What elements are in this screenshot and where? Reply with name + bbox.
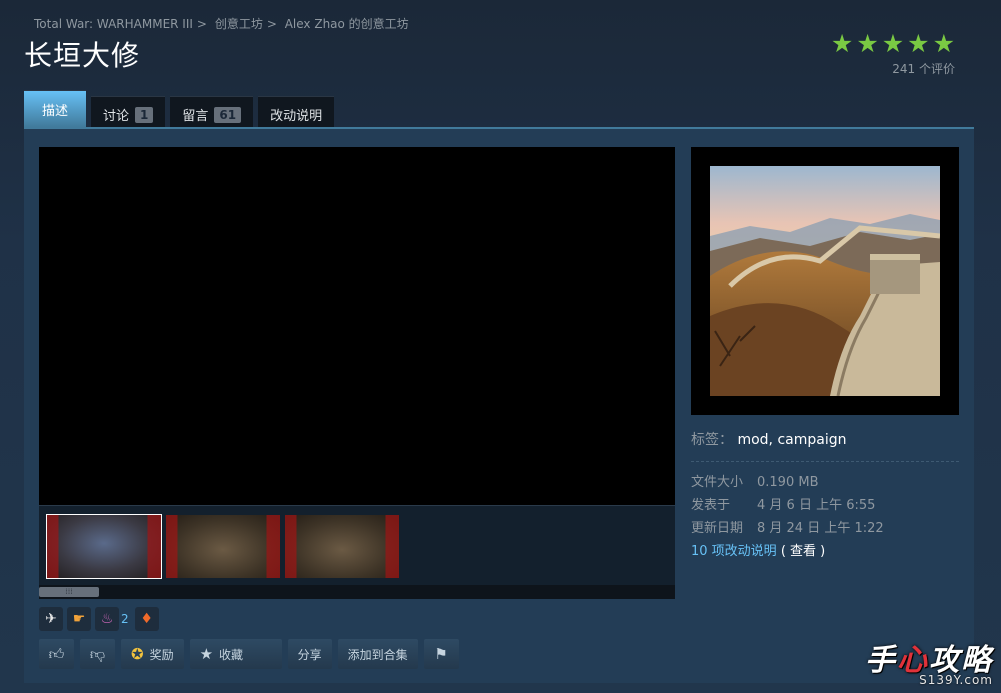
- share-button[interactable]: 分享: [287, 639, 332, 669]
- rating: ★ ★ ★ ★ ★ 241 个评价: [831, 30, 955, 77]
- award-count: 2: [121, 612, 129, 626]
- breadcrumb: Total War: WARHAMMER III > 创意工坊 > Alex Zha…: [34, 15, 409, 32]
- watermark: 手心攻略 S139Y.com: [865, 635, 993, 687]
- page-title: 长垣大修: [24, 39, 141, 72]
- tab-description[interactable]: 描述: [24, 90, 87, 127]
- add-to-collection-button[interactable]: 添加到合集: [337, 639, 418, 669]
- detail-value: 8 月 24 日 上午 1:22: [757, 521, 884, 536]
- award-button[interactable]: ✪ 奖励: [121, 639, 184, 669]
- tab-label: 改动说明: [270, 109, 323, 124]
- breadcrumb-author-link[interactable]: Alex Zhao 的创意工坊: [285, 17, 409, 31]
- hand-award-icon[interactable]: ☛: [67, 607, 91, 631]
- star-icon: ★: [932, 29, 955, 58]
- tags: 标签： mod, campaign: [691, 429, 846, 449]
- thumbnail-scrollbar[interactable]: ⁞⁞⁞: [39, 585, 675, 599]
- tab-bar: 描述 讨论 1 留言 61 改动说明: [24, 90, 335, 132]
- flag-icon: ⚑: [434, 645, 448, 663]
- scrollbar-handle[interactable]: ⁞⁞⁞: [39, 587, 99, 597]
- party-award-icon[interactable]: ♨: [95, 607, 119, 631]
- changelog-row: 10 项改动说明 ( 查看 ): [691, 540, 884, 563]
- action-bar: 👍︎ 👎︎ ✪ 奖励 ★ 收藏 分享 添加到合集 ⚑: [39, 639, 459, 669]
- video-player[interactable]: [39, 147, 675, 505]
- detail-key: 更新日期: [691, 521, 744, 536]
- star-icon: ★: [199, 645, 214, 663]
- breadcrumb-separator: >: [196, 17, 207, 31]
- tags-value[interactable]: mod, campaign: [737, 432, 846, 448]
- thumbnail-image: [285, 515, 399, 578]
- detail-value: 4 月 6 日 上午 6:55: [757, 498, 876, 513]
- thumbs-down-icon: 👎︎: [89, 644, 106, 663]
- favorite-label: 收藏: [219, 647, 244, 662]
- thumbnail-strip: [39, 505, 675, 585]
- preview-image: [710, 166, 940, 396]
- favorite-button[interactable]: ★ 收藏: [189, 639, 282, 669]
- breadcrumb-game-link[interactable]: Total War: WARHAMMER III: [34, 17, 193, 31]
- share-label: 分享: [297, 647, 322, 662]
- tags-label: 标签：: [691, 432, 733, 448]
- changelog-link[interactable]: 10 项改动说明: [691, 540, 777, 563]
- media-thumbnail[interactable]: [284, 514, 400, 579]
- thumbnail-image: [47, 515, 161, 578]
- star-icon: ★: [856, 29, 879, 58]
- main-panel: ⁞⁞⁞ 标签： mod, campaign 文件大小 0.190 MB 发表于 …: [24, 127, 974, 683]
- wings-award-icon[interactable]: ✈: [39, 607, 63, 631]
- thumbs-up-button[interactable]: 👍︎: [39, 639, 74, 669]
- rating-count: 241 个评价: [892, 62, 955, 76]
- tab-label: 描述: [42, 103, 69, 119]
- tab-label: 留言: [182, 109, 209, 124]
- detail-row: 文件大小 0.190 MB: [691, 471, 884, 494]
- award-ribbon-icon: ✪: [131, 645, 144, 663]
- changelog-view-link[interactable]: ( 查看 ): [781, 540, 825, 563]
- detail-key: 文件大小: [691, 475, 744, 490]
- count-badge: 61: [214, 106, 242, 123]
- detail-key: 发表于: [691, 498, 731, 513]
- media-thumbnail[interactable]: [46, 514, 162, 579]
- thumbs-down-button[interactable]: 👎︎: [80, 639, 115, 669]
- awards-row: ✈ ☛ ♨ 2 ♦: [39, 607, 159, 631]
- breadcrumb-separator: >: [266, 17, 277, 31]
- star-icon: ★: [907, 29, 930, 58]
- detail-row: 更新日期 8 月 24 日 上午 1:22: [691, 517, 884, 540]
- media-thumbnail[interactable]: [165, 514, 281, 579]
- watermark-char: 手: [865, 643, 897, 678]
- breadcrumb-workshop-link[interactable]: 创意工坊: [215, 17, 263, 31]
- details-table: 文件大小 0.190 MB 发表于 4 月 6 日 上午 6:55 更新日期 8…: [691, 471, 884, 563]
- detail-value: 0.190 MB: [757, 475, 819, 490]
- thumbs-up-icon: 👍︎: [48, 644, 65, 663]
- fire-award-icon[interactable]: ♦: [134, 607, 159, 631]
- detail-row: 发表于 4 月 6 日 上午 6:55: [691, 494, 884, 517]
- count-badge: 1: [135, 106, 154, 123]
- star-icon: ★: [830, 29, 854, 58]
- tab-label: 讨论: [103, 109, 130, 124]
- report-button[interactable]: ⚑: [423, 639, 459, 669]
- great-wall-painting: [710, 166, 940, 396]
- add-collection-label: 添加到合集: [347, 647, 408, 662]
- star-icon: ★: [881, 29, 905, 58]
- thumbnail-image: [166, 515, 280, 578]
- award-label: 奖励: [149, 647, 174, 662]
- rating-stars: ★ ★ ★ ★ ★: [831, 30, 955, 58]
- preview-image-frame: [691, 147, 959, 415]
- divider: [691, 461, 959, 462]
